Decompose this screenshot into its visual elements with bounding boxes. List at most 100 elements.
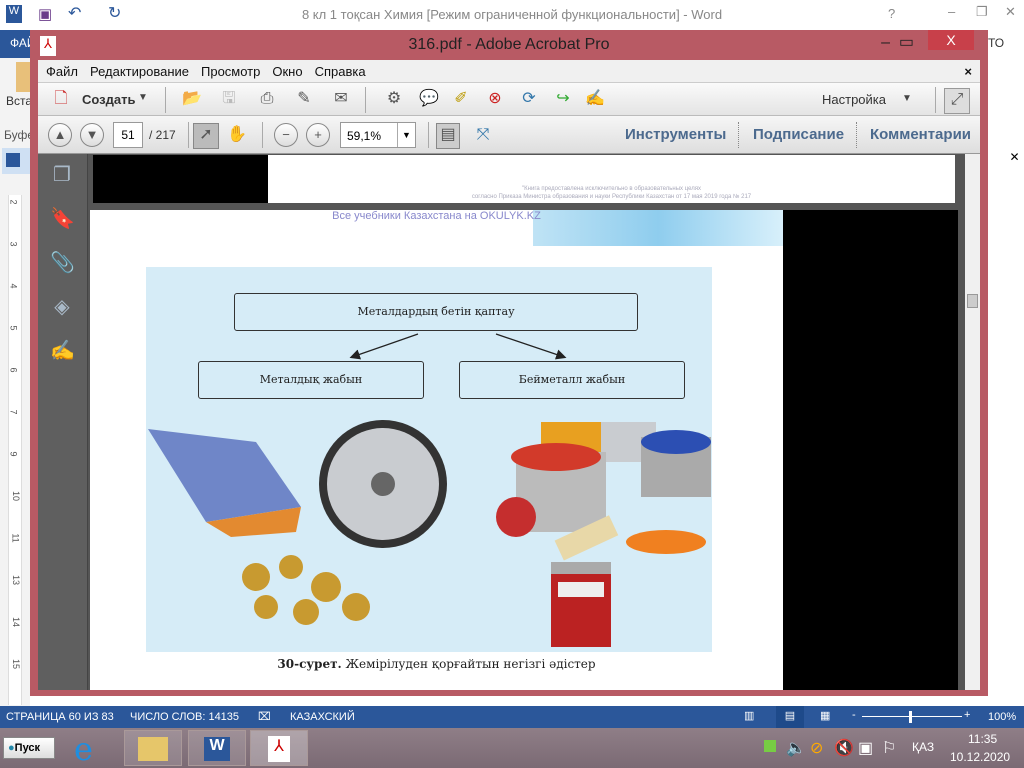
comment-icon[interactable]: 💬: [418, 88, 440, 110]
metal-sheets-image: [148, 429, 301, 537]
zoom-out-button[interactable]: −: [274, 123, 298, 147]
vertical-scrollbar[interactable]: [965, 154, 980, 690]
fit-width-icon[interactable]: ⤧: [472, 124, 494, 146]
scroll-thumb[interactable]: [967, 294, 978, 308]
acrobat-taskbar-button[interactable]: ⅄: [250, 730, 308, 766]
clock-date[interactable]: 10.12.2020: [950, 750, 1010, 764]
select-tool-icon[interactable]: ➚: [193, 123, 219, 149]
email-icon[interactable]: ✉: [330, 88, 352, 110]
page-count[interactable]: СТРАНИЦА 60 ИЗ 83: [6, 711, 114, 723]
fit-page-icon[interactable]: ▤: [436, 123, 460, 149]
zoom-slider[interactable]: [862, 716, 962, 717]
create-icon[interactable]: 🗋: [50, 88, 72, 110]
navigation-toolbar: ▲ ▼ 51 / 217 ➚ ✋ − + 59,1% ▼ ▤ ⤧ Инструме…: [38, 116, 980, 154]
layers-icon[interactable]: ◈: [50, 294, 74, 318]
zoom-slider-thumb[interactable]: [909, 711, 912, 723]
sign-icon[interactable]: ✍: [584, 88, 606, 110]
attachments-icon[interactable]: 📎: [50, 250, 75, 274]
word-title: 8 кл 1 тоқсан Химия [Режим ограниченной …: [301, 7, 723, 22]
acrobat-title-bar: ⅄ 316.pdf - Adobe Acrobat Pro – ▭ X: [30, 30, 988, 60]
close-word-button[interactable]: ✕: [1005, 4, 1016, 20]
ruler-mark: 11: [10, 533, 21, 543]
ie-icon[interactable]: e: [74, 730, 93, 768]
explorer-taskbar-button[interactable]: [124, 730, 182, 766]
acrobat-close[interactable]: X: [928, 30, 974, 50]
close-doc-button[interactable]: ✕: [1005, 150, 1024, 170]
tools-pane-button[interactable]: Инструменты: [625, 126, 726, 143]
save-icon[interactable]: 🖫: [218, 88, 240, 110]
customize-dropdown-icon[interactable]: ▼: [902, 93, 912, 104]
menu-edit[interactable]: Редактирование: [90, 64, 189, 79]
menu-view[interactable]: Просмотр: [201, 64, 260, 79]
edit-icon[interactable]: ✎: [293, 88, 315, 110]
word-taskbar-button[interactable]: W: [188, 730, 246, 766]
read-mode-icon[interactable]: ▥: [744, 709, 754, 722]
menu-help[interactable]: Справка: [315, 64, 366, 79]
sign-pane-button[interactable]: Подписание: [753, 126, 844, 143]
tray-icon[interactable]: [764, 740, 776, 752]
ruler-mark: 9: [8, 451, 19, 457]
zoom-in-button[interactable]: +: [306, 123, 330, 147]
menu-file[interactable]: Файл: [46, 64, 78, 79]
figure-caption: 30-сурет. Жемірілуден қорғайтын негізгі …: [90, 657, 783, 671]
navigation-panel: ❐ 🔖 📎 ◈ ✍: [38, 154, 88, 690]
menu-close-doc[interactable]: ×: [964, 64, 972, 79]
word-title-bar: W ▣ ↶ ↻ 8 кл 1 тоқсан Химия [Режим огран…: [0, 0, 1024, 30]
volume-icon[interactable]: 🔈: [786, 738, 806, 758]
acrobat-maximize[interactable]: ▭: [899, 32, 914, 52]
export-icon[interactable]: ↪: [552, 88, 574, 110]
word-tab[interactable]: ТО: [988, 36, 1004, 50]
site-watermark[interactable]: Все учебники Казахстана на OKULYK.KZ: [90, 210, 783, 222]
arrow-right: [495, 333, 567, 360]
fullscreen-icon[interactable]: ⤢: [944, 88, 970, 114]
word-count[interactable]: ЧИСЛО СЛОВ: 14135: [130, 711, 239, 723]
comment-pane-button[interactable]: Комментарии: [870, 126, 971, 143]
menu-window[interactable]: Окно: [272, 64, 302, 79]
network-icon[interactable]: ▣: [858, 738, 873, 758]
help-button[interactable]: ?: [888, 6, 895, 21]
action-center-flag-icon[interactable]: ⚐: [882, 738, 896, 758]
hand-tool-icon[interactable]: ✋: [226, 124, 248, 146]
pages-icon[interactable]: ❐: [50, 162, 74, 186]
zoom-in-word[interactable]: +: [964, 709, 970, 721]
clock-time[interactable]: 11:35: [968, 732, 997, 746]
sound-muted-icon[interactable]: 🔇: [834, 738, 854, 758]
create-button[interactable]: Создать: [82, 92, 135, 107]
zoom-out-word[interactable]: -: [852, 709, 856, 721]
restore-button[interactable]: ❐: [976, 4, 988, 20]
delete-page-icon[interactable]: ⊗: [484, 88, 506, 110]
input-language[interactable]: ҚАЗ: [912, 740, 934, 754]
create-dropdown-icon[interactable]: ▼: [138, 92, 148, 103]
acrobat-minimize[interactable]: –: [881, 34, 890, 52]
update-icon[interactable]: ⊘: [810, 738, 823, 758]
proofing-icon[interactable]: ⌧: [258, 710, 271, 723]
minimize-button[interactable]: –: [948, 4, 955, 19]
prev-page-button[interactable]: ▲: [48, 123, 72, 147]
highlight-icon[interactable]: ✐: [450, 88, 472, 110]
zoom-select[interactable]: 59,1% ▼: [340, 122, 416, 148]
start-button[interactable]: ●Пуск: [3, 737, 55, 759]
search-doc-icon[interactable]: ⟳: [518, 88, 540, 110]
paste-label[interactable]: Вста: [6, 94, 32, 108]
document-tab[interactable]: [2, 148, 30, 174]
customize-button[interactable]: Настройка: [822, 92, 886, 107]
paste-icon[interactable]: [16, 62, 30, 92]
notice-line-1: "Книга предоставлена исключительно в обр…: [522, 186, 701, 192]
signatures-icon[interactable]: ✍: [50, 338, 75, 362]
word-app-icon: W: [204, 737, 230, 761]
print-layout-icon[interactable]: ▤: [776, 706, 804, 728]
acrobat-window: ⅄ 316.pdf - Adobe Acrobat Pro – ▭ X Файл…: [30, 30, 988, 696]
open-icon[interactable]: 📂: [181, 88, 203, 110]
next-page-button[interactable]: ▼: [80, 123, 104, 147]
taskbar: ●Пуск e W ⅄ 🔈 ⊘ 🔇 ▣ ⚐ ҚАЗ 11:35 10.12.20…: [0, 728, 1024, 768]
acrobat-app-icon: ⅄: [268, 736, 290, 762]
zoom-level[interactable]: 100%: [988, 711, 1016, 723]
settings-icon[interactable]: ⚙: [383, 88, 405, 110]
page-number-input[interactable]: 51: [113, 122, 143, 148]
language[interactable]: КАЗАХСКИЙ: [290, 711, 355, 723]
bookmarks-icon[interactable]: 🔖: [50, 206, 75, 230]
file-tab[interactable]: ФАЙ: [0, 30, 36, 58]
web-layout-icon[interactable]: ▦: [820, 709, 830, 722]
ruler-mark: 6: [8, 367, 19, 373]
print-icon[interactable]: ⎙: [256, 88, 278, 110]
